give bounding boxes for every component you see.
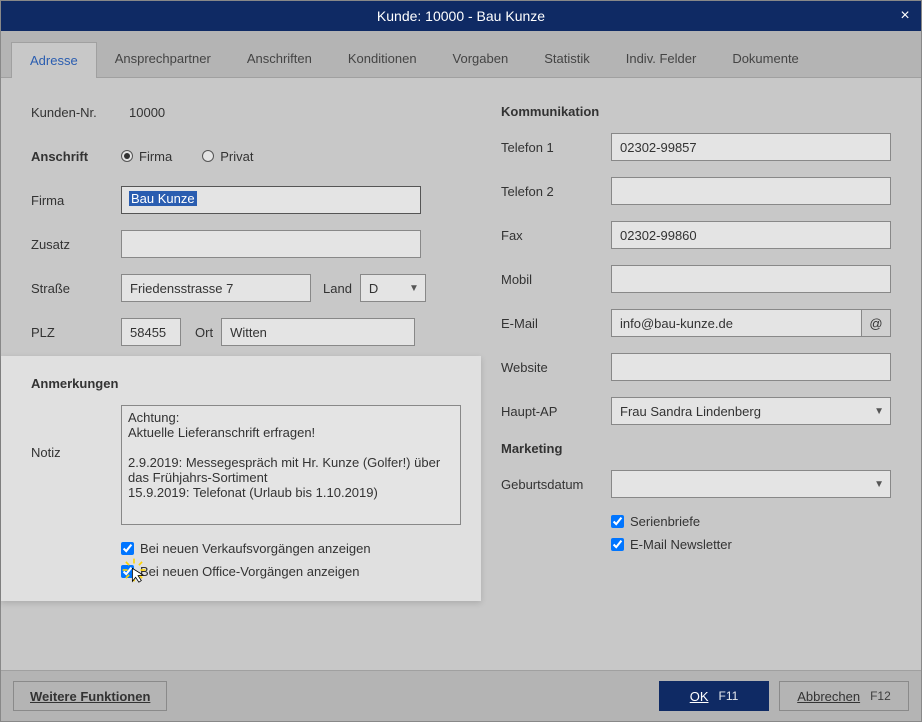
website-input[interactable] [611, 353, 891, 381]
zusatz-label: Zusatz [31, 237, 121, 252]
email-input[interactable] [611, 309, 862, 337]
tel2-label: Telefon 2 [501, 184, 611, 199]
radio-privat[interactable]: Privat [202, 149, 253, 164]
email-at-button[interactable]: @ [861, 309, 891, 337]
checkbox-icon[interactable] [611, 515, 624, 528]
firma-input[interactable] [121, 186, 421, 214]
ok-button[interactable]: OK F11 [659, 681, 769, 711]
weitere-funktionen-button[interactable]: Weitere Funktionen [13, 681, 167, 711]
tab-ansprechpartner[interactable]: Ansprechpartner [97, 41, 229, 77]
tab-indiv-felder[interactable]: Indiv. Felder [608, 41, 715, 77]
tel1-label: Telefon 1 [501, 140, 611, 155]
tab-bar: Adresse Ansprechpartner Anschriften Kond… [1, 31, 921, 78]
hauptap-dropdown[interactable]: Frau Sandra Lindenberg ▼ [611, 397, 891, 425]
kundennr-label: Kunden-Nr. [31, 105, 121, 120]
strasse-label: Straße [31, 281, 121, 296]
ort-label: Ort [195, 325, 213, 340]
checkbox-icon[interactable] [121, 542, 134, 555]
address-column: Kunden-Nr. 10000 Anschrift Firma Privat … [31, 98, 471, 660]
tab-konditionen[interactable]: Konditionen [330, 41, 435, 77]
chevron-down-icon: ▼ [874, 406, 884, 417]
ort-input[interactable] [221, 318, 415, 346]
tab-adresse[interactable]: Adresse [11, 42, 97, 78]
anschrift-label: Anschrift [31, 149, 121, 164]
plz-input[interactable] [121, 318, 181, 346]
land-dropdown[interactable]: D ▼ [360, 274, 426, 302]
tab-statistik[interactable]: Statistik [526, 41, 608, 77]
strasse-input[interactable] [121, 274, 311, 302]
chk-office[interactable]: Bei neuen Office-Vorgängen anzeigen [121, 564, 461, 579]
chevron-down-icon: ▼ [874, 479, 884, 490]
chevron-down-icon: ▼ [409, 283, 419, 294]
checkbox-icon[interactable] [611, 538, 624, 551]
communication-column: Kommunikation Telefon 1 Telefon 2 Fax Mo… [501, 98, 891, 660]
mobil-input[interactable] [611, 265, 891, 293]
fax-label: Fax [501, 228, 611, 243]
tel1-input[interactable] [611, 133, 891, 161]
website-label: Website [501, 360, 611, 375]
footer: Weitere Funktionen OK F11 Abbrechen F12 [1, 670, 921, 721]
notiz-label: Notiz [31, 445, 121, 460]
geburt-dropdown[interactable]: ▼ [611, 470, 891, 498]
content-area: Kunden-Nr. 10000 Anschrift Firma Privat … [1, 78, 921, 670]
tab-dokumente[interactable]: Dokumente [714, 41, 816, 77]
plz-label: PLZ [31, 325, 121, 340]
chk-verkauf[interactable]: Bei neuen Verkaufsvorgängen anzeigen [121, 541, 461, 556]
chk-serienbriefe[interactable]: Serienbriefe [611, 514, 891, 529]
tel2-input[interactable] [611, 177, 891, 205]
notes-panel: Anmerkungen Notiz Bei neuen Verkaufsvorg… [1, 356, 481, 601]
firma-label: Firma [31, 193, 121, 208]
radio-firma[interactable]: Firma [121, 149, 172, 164]
mobil-label: Mobil [501, 272, 611, 287]
customer-dialog: Kunde: 10000 - Bau Kunze × Adresse Anspr… [0, 0, 922, 722]
fax-input[interactable] [611, 221, 891, 249]
geburt-label: Geburtsdatum [501, 477, 611, 492]
cancel-button[interactable]: Abbrechen F12 [779, 681, 909, 711]
kommunikation-label: Kommunikation [501, 104, 891, 119]
checkbox-icon[interactable] [121, 565, 134, 578]
anmerkungen-label: Anmerkungen [31, 376, 461, 391]
marketing-label: Marketing [501, 441, 891, 456]
email-label: E-Mail [501, 316, 611, 331]
radio-dot-icon [202, 150, 214, 162]
land-label: Land [323, 281, 352, 296]
titlebar: Kunde: 10000 - Bau Kunze × [1, 1, 921, 31]
zusatz-input[interactable] [121, 230, 421, 258]
notiz-textarea[interactable] [121, 405, 461, 525]
tab-anschriften[interactable]: Anschriften [229, 41, 330, 77]
chk-newsletter[interactable]: E-Mail Newsletter [611, 537, 891, 552]
tab-vorgaben[interactable]: Vorgaben [435, 41, 527, 77]
close-button[interactable]: × [889, 1, 921, 31]
hauptap-label: Haupt-AP [501, 404, 611, 419]
window-title: Kunde: 10000 - Bau Kunze [377, 8, 545, 24]
kundennr-value: 10000 [121, 105, 165, 120]
radio-dot-icon [121, 150, 133, 162]
